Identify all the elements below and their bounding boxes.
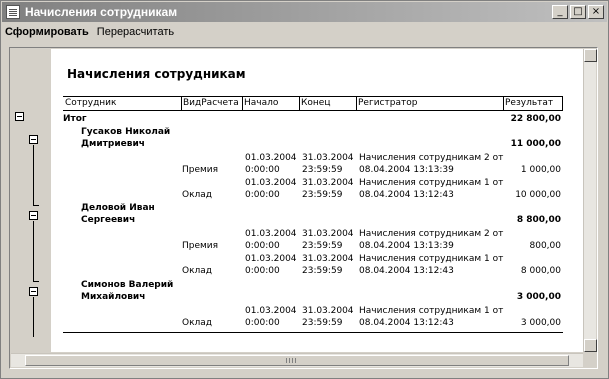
header-registrar: Регистратор <box>358 98 418 108</box>
row-registrar[interactable]: Начисления сотрудникам 2 от <box>359 229 503 239</box>
row-registrar-date: 08.04.2004 13:13:39 <box>359 241 454 251</box>
row-type: Оклад <box>182 190 213 200</box>
header-divider <box>503 96 504 110</box>
row-type: Оклад <box>182 318 213 328</box>
row-end-date: 31.03.2004 <box>302 254 354 264</box>
group2-tick <box>33 281 39 282</box>
row-type: Премия <box>182 241 219 251</box>
row-start-date: 01.03.2004 <box>245 306 297 316</box>
report-title: Начисления сотрудникам <box>67 67 246 81</box>
table-bottom-border <box>63 332 563 333</box>
row-value: 8 000,00 <box>520 266 561 276</box>
row-end-date: 31.03.2004 <box>302 306 354 316</box>
employee-patronymic: Сергеевич <box>81 215 136 225</box>
window-title: Начисления сотрудникам <box>25 5 178 19</box>
row-start-time: 0:00:00 <box>245 190 280 200</box>
collapse-group3-icon[interactable] <box>29 287 38 296</box>
menu-recalc[interactable]: Перерасчитать <box>97 26 174 38</box>
menu-form[interactable]: Сформировать <box>5 26 89 38</box>
header-start: Начало <box>244 98 279 108</box>
row-registrar[interactable]: Начисления сотрудникам 2 от <box>359 153 503 163</box>
group3-line <box>33 297 34 337</box>
row-start-time: 0:00:00 <box>245 318 280 328</box>
row-registrar-date: 08.04.2004 13:12:43 <box>359 190 454 200</box>
row-start-time: 0:00:00 <box>245 266 280 276</box>
header-divider <box>242 96 243 110</box>
row-end-time: 23:59:59 <box>302 165 343 175</box>
report-document: Начисления сотрудникам Сотрудник ВидРасч… <box>51 49 583 352</box>
employee-name: Симонов Валерий <box>81 280 174 290</box>
title-bar[interactable]: Начисления сотрудникам _ □ × <box>2 2 607 22</box>
header-divider <box>356 96 357 110</box>
maximize-button[interactable]: □ <box>570 5 586 19</box>
row-registrar-date: 08.04.2004 13:12:43 <box>359 318 454 328</box>
employee-patronymic: Дмитриевич <box>81 139 145 149</box>
header-divider <box>181 96 182 110</box>
header-divider <box>562 96 563 110</box>
employee-patronymic: Михайлович <box>81 292 146 302</box>
row-start-date: 01.03.2004 <box>245 178 297 188</box>
row-end-time: 23:59:59 <box>302 241 343 251</box>
header-employee: Сотрудник <box>65 98 117 108</box>
total-label: Итог <box>63 114 87 124</box>
minimize-button[interactable]: _ <box>552 5 568 19</box>
row-value: 1 000,00 <box>520 165 561 175</box>
employee-total: 3 000,00 <box>516 292 561 302</box>
row-registrar[interactable]: Начисления сотрудникам 1 от <box>359 306 503 316</box>
total-value: 22 800,00 <box>510 114 561 124</box>
grouping-gutter <box>11 49 50 352</box>
row-end-time: 23:59:59 <box>302 318 343 328</box>
collapse-group1-icon[interactable] <box>29 135 38 144</box>
row-type: Оклад <box>182 266 213 276</box>
horizontal-scrollbar[interactable] <box>11 353 583 367</box>
group1-line <box>33 145 34 205</box>
row-start-time: 0:00:00 <box>245 165 280 175</box>
collapse-group2-icon[interactable] <box>29 211 38 220</box>
row-registrar-date: 08.04.2004 13:12:43 <box>359 266 454 276</box>
document-icon <box>6 5 20 19</box>
row-end-date: 31.03.2004 <box>302 178 354 188</box>
employee-name: Деловой Иван <box>81 203 155 213</box>
group2-line <box>33 221 34 281</box>
employee-name: Гусаков Николай <box>81 127 171 137</box>
row-end-time: 23:59:59 <box>302 190 343 200</box>
row-registrar-date: 08.04.2004 13:13:39 <box>359 165 454 175</box>
row-registrar[interactable]: Начисления сотрудникам 1 от <box>359 254 503 264</box>
row-type: Премия <box>182 165 219 175</box>
scroll-down-button[interactable] <box>584 339 597 352</box>
row-value: 10 000,00 <box>515 190 561 200</box>
header-bottom-border <box>63 110 563 111</box>
row-end-date: 31.03.2004 <box>302 229 354 239</box>
row-registrar[interactable]: Начисления сотрудникам 1 от <box>359 178 503 188</box>
row-end-time: 23:59:59 <box>302 266 343 276</box>
close-button[interactable]: × <box>588 5 604 19</box>
row-value: 800,00 <box>529 241 562 251</box>
header-divider <box>299 96 300 110</box>
header-end: Конец <box>301 98 331 108</box>
row-start-date: 01.03.2004 <box>245 153 297 163</box>
vertical-scrollbar[interactable] <box>583 49 597 352</box>
menu-bar: Сформировать Перерасчитать <box>5 23 174 41</box>
horizontal-scroll-thumb[interactable] <box>25 355 569 366</box>
row-start-time: 0:00:00 <box>245 241 280 251</box>
employee-total: 11 000,00 <box>510 139 561 149</box>
header-type: ВидРасчета <box>183 98 239 108</box>
header-result: Результат <box>505 98 554 108</box>
row-start-date: 01.03.2004 <box>245 254 297 264</box>
header-top-border <box>63 96 563 97</box>
report-window: Начисления сотрудникам _ □ × Сформироват… <box>0 0 609 379</box>
group1-tick <box>33 205 39 206</box>
collapse-total-icon[interactable] <box>15 112 24 121</box>
employee-total: 8 800,00 <box>516 215 561 225</box>
row-start-date: 01.03.2004 <box>245 229 297 239</box>
row-end-date: 31.03.2004 <box>302 153 354 163</box>
scroll-up-button[interactable] <box>584 49 597 62</box>
row-value: 3 000,00 <box>520 318 561 328</box>
